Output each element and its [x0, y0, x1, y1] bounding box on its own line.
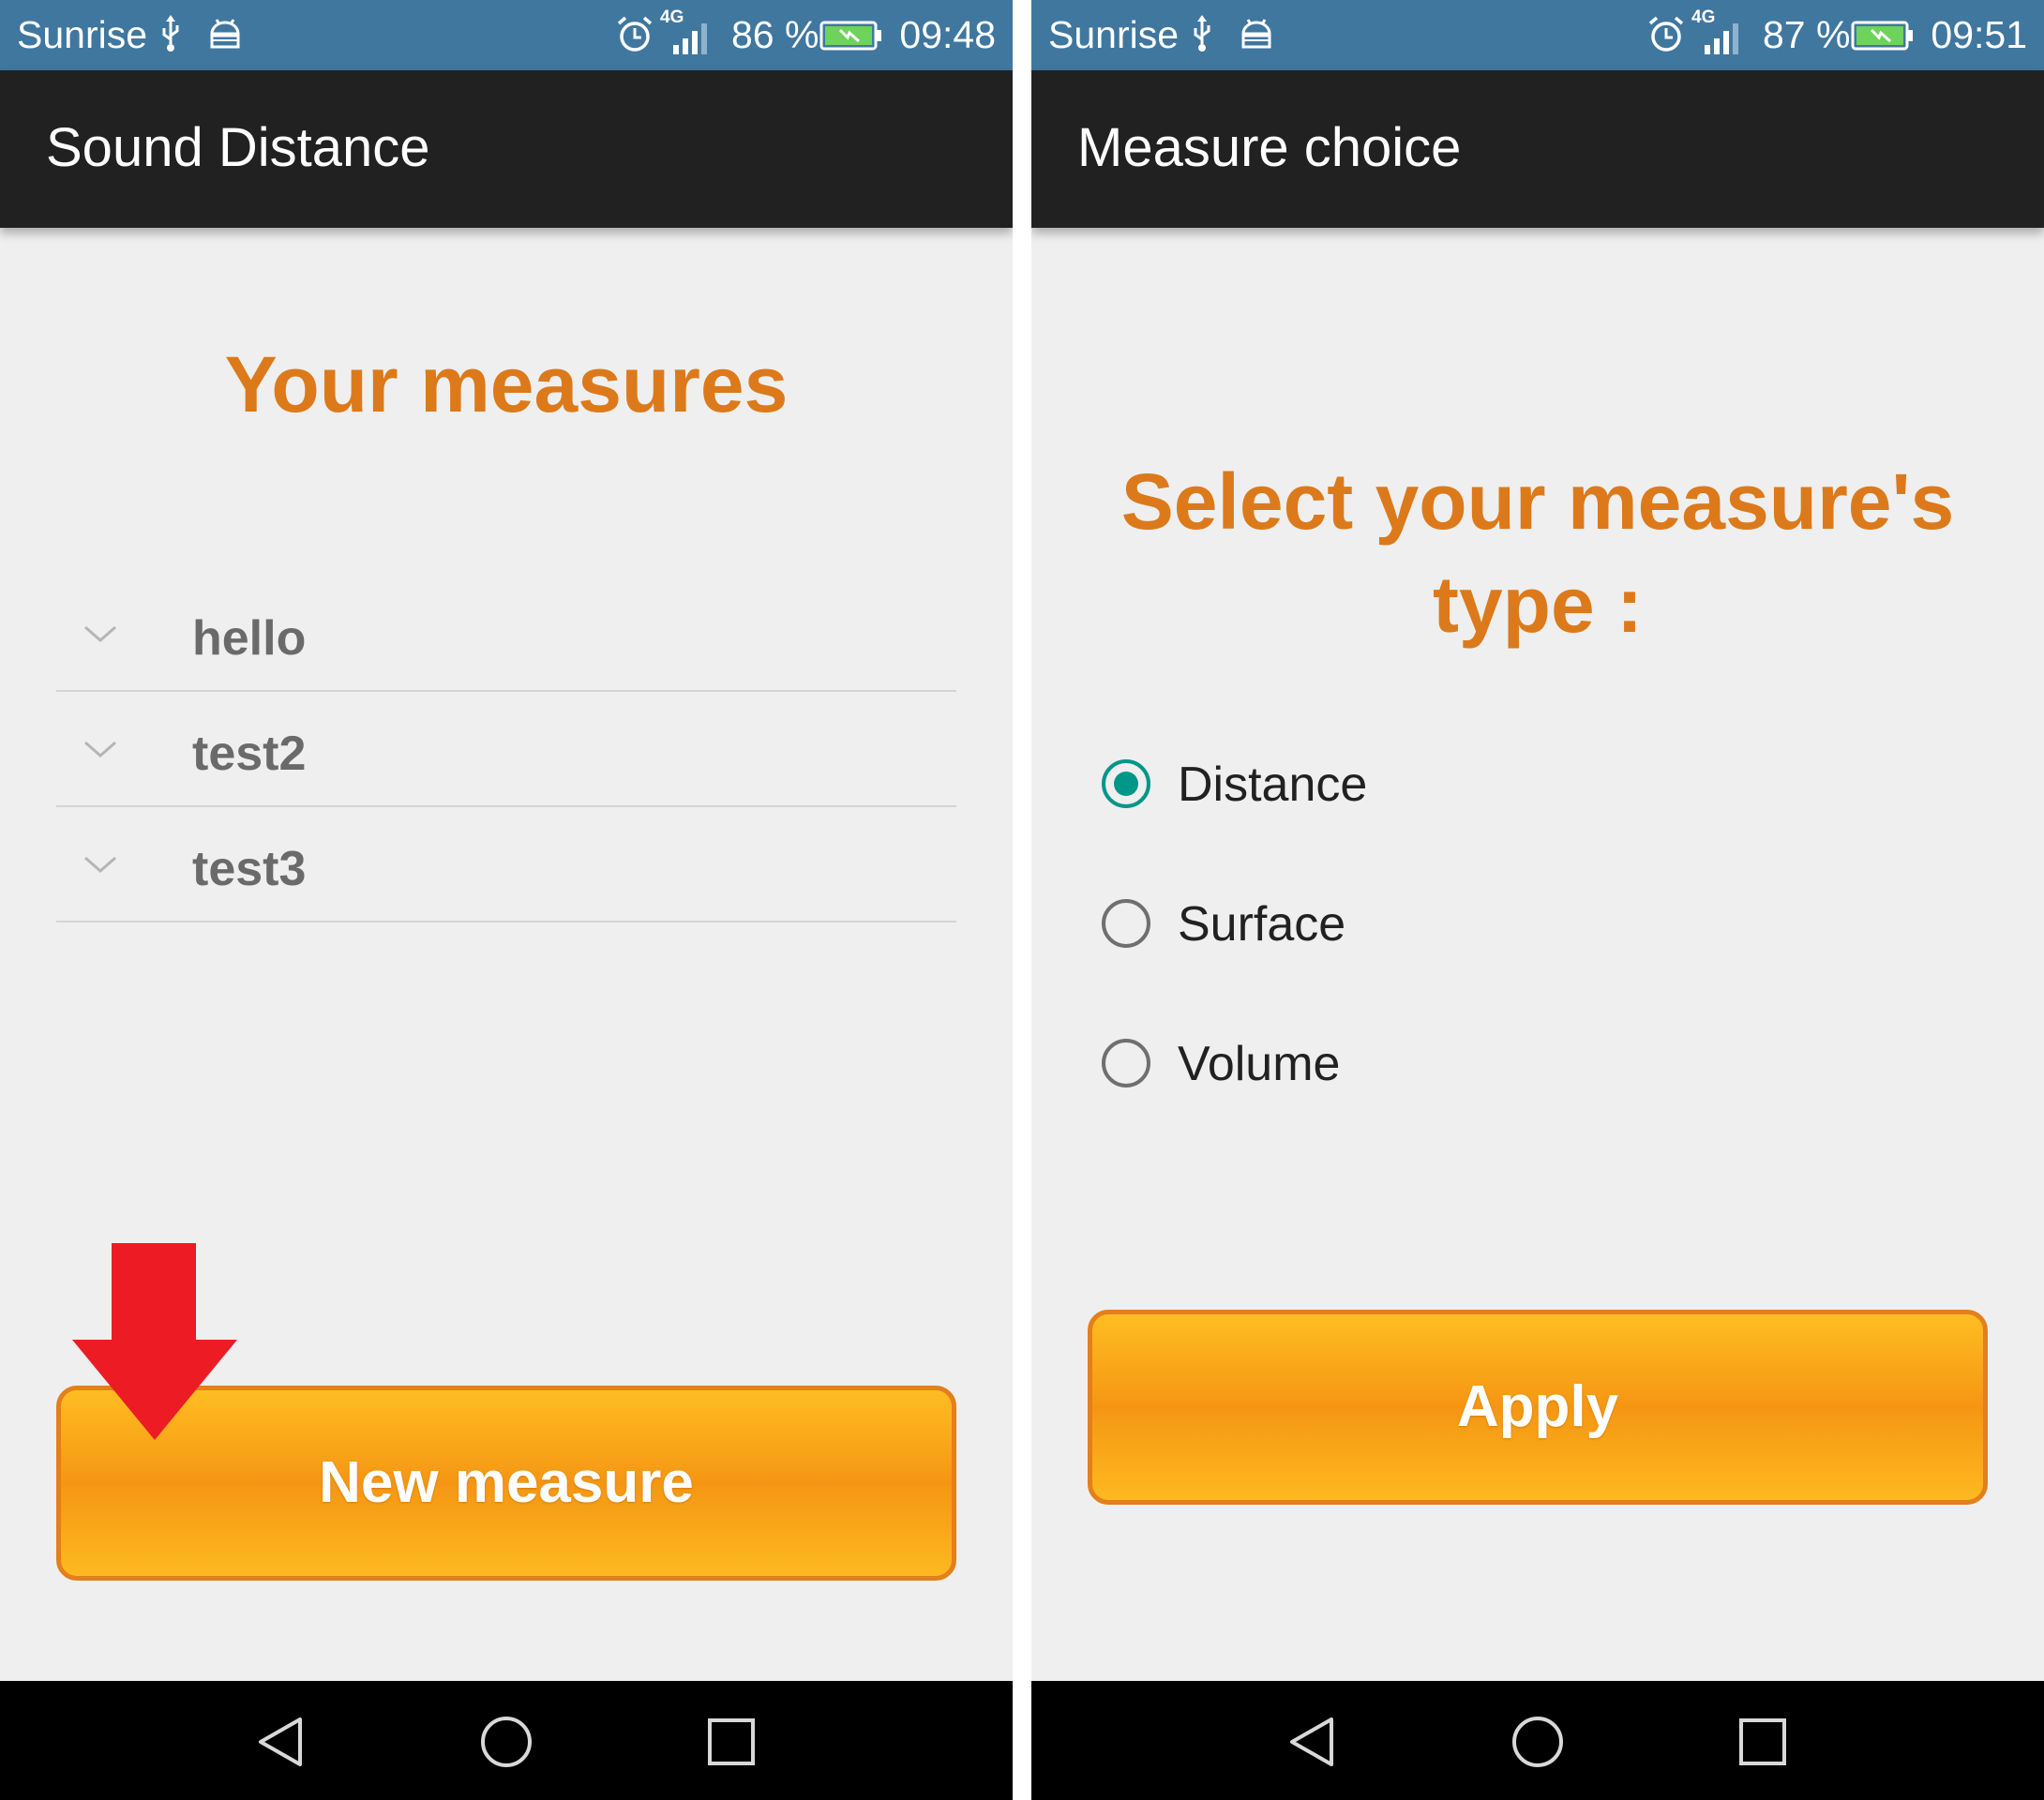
radio-button[interactable]	[1102, 1039, 1150, 1088]
app-bar: Measure choice	[1031, 70, 2044, 228]
carrier-name: Sunrise	[1048, 13, 1180, 56]
radio-label[interactable]: Volume	[1178, 1036, 1340, 1092]
measure-type-radio-group: Distance Surface Volume	[1102, 750, 1571, 1169]
status-bar: Sunrise 4G 87 % 09:51	[1031, 0, 2044, 70]
radio-label[interactable]: Distance	[1178, 757, 1367, 813]
battery-percent: 86 %	[731, 13, 819, 56]
battery-percent: 87 %	[1763, 13, 1851, 56]
android-debug-icon	[210, 19, 240, 49]
back-icon[interactable]	[1285, 1714, 1341, 1770]
battery-charging-icon	[1851, 21, 1913, 51]
recents-icon[interactable]	[1735, 1714, 1791, 1770]
carrier-name: Sunrise	[17, 13, 148, 56]
chevron-down-icon	[84, 856, 116, 873]
alarm-icon	[617, 16, 653, 52]
app-bar: Sound Distance	[0, 70, 1013, 228]
radio-button[interactable]	[1102, 759, 1150, 808]
home-icon[interactable]	[478, 1714, 534, 1770]
red-arrow-down-icon	[72, 1243, 237, 1440]
alarm-icon	[1648, 16, 1684, 52]
chevron-down-icon	[84, 741, 116, 758]
radio-label[interactable]: Surface	[1178, 896, 1345, 952]
phone-screen-left: Sunrise 4G 86 % 09:48 Sound Distance You…	[0, 0, 1013, 1800]
apply-button[interactable]: Apply	[1088, 1310, 1988, 1505]
signal-icon	[673, 23, 707, 54]
list-item[interactable]: test2	[56, 692, 956, 807]
back-icon[interactable]	[253, 1714, 309, 1770]
home-icon[interactable]	[1510, 1714, 1566, 1770]
recents-icon[interactable]	[703, 1714, 759, 1770]
radio-option-surface[interactable]: Surface	[1102, 890, 1571, 1029]
usb-icon	[162, 15, 179, 52]
list-item[interactable]: hello	[56, 577, 956, 692]
radio-option-distance[interactable]: Distance	[1102, 750, 1571, 890]
radio-selected-dot	[1114, 772, 1138, 796]
measure-list: hello test2 test3	[56, 577, 956, 922]
navigation-bar	[1031, 1681, 2044, 1800]
clock: 09:48	[899, 13, 996, 56]
status-bar: Sunrise 4G 86 % 09:48	[0, 0, 1013, 70]
app-title: Sound Distance	[46, 117, 430, 178]
list-item-label: test3	[192, 842, 307, 896]
app-title: Measure choice	[1077, 117, 1462, 178]
page-heading: Select your measure's type :	[1120, 458, 1955, 649]
radio-button[interactable]	[1102, 899, 1150, 948]
usb-icon	[1194, 15, 1210, 52]
phone-screen-right: Sunrise 4G 87 % 09:51 Measure choice Sel…	[1031, 0, 2044, 1800]
radio-option-volume[interactable]: Volume	[1102, 1029, 1571, 1169]
navigation-bar	[0, 1681, 1013, 1800]
chevron-down-icon	[84, 625, 116, 642]
list-item-label: test2	[192, 727, 307, 781]
clock: 09:51	[1931, 13, 2027, 56]
page-heading: Your measures	[224, 340, 789, 428]
battery-charging-icon	[819, 21, 881, 51]
list-item-label: hello	[192, 611, 307, 666]
signal-icon	[1705, 23, 1738, 54]
list-item[interactable]: test3	[56, 807, 956, 922]
android-debug-icon	[1241, 19, 1271, 49]
